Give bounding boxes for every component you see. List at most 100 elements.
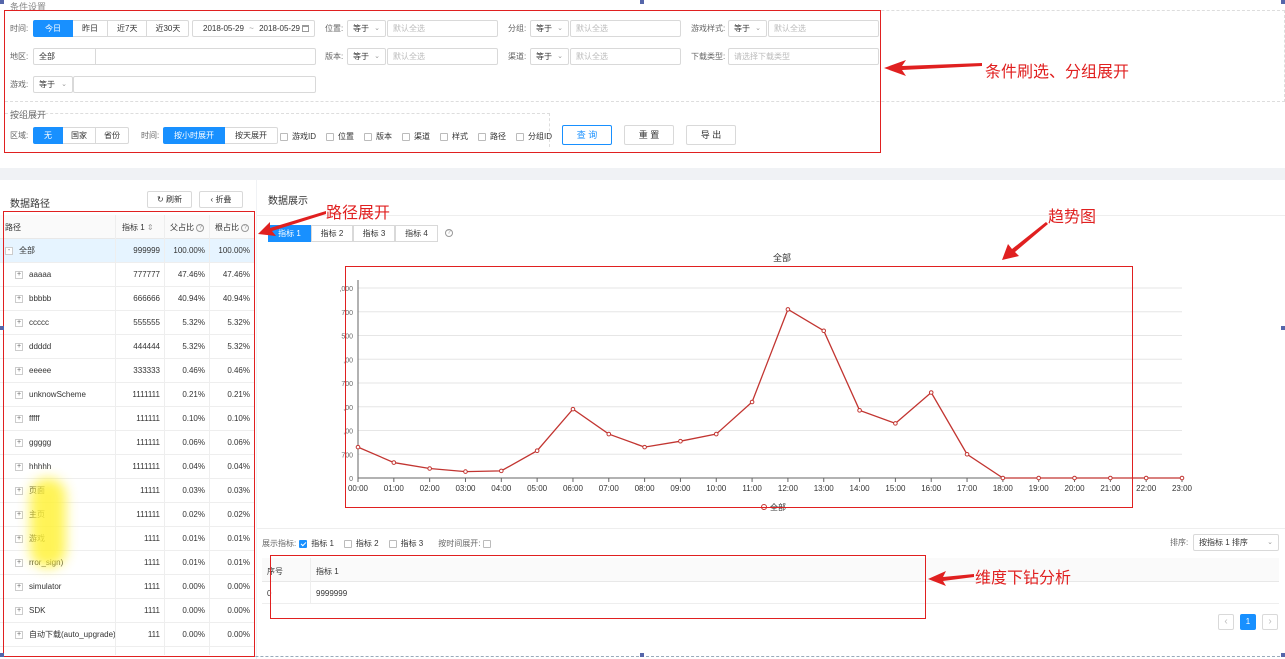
resize-handle[interactable] <box>1281 0 1285 4</box>
path-row[interactable]: + unknowScheme 1111111 0.21% 0.21% <box>0 383 255 407</box>
collapse-icon[interactable]: - <box>5 246 13 255</box>
expand-icon[interactable]: + <box>15 366 23 375</box>
expand-icon[interactable]: + <box>15 414 23 423</box>
expand-icon[interactable]: + <box>15 438 23 447</box>
resize-handle[interactable] <box>640 653 644 657</box>
resize-handle[interactable] <box>0 653 4 657</box>
path-row[interactable]: - 全部 999999 100.00% 100.00% <box>0 239 255 263</box>
check-channel[interactable]: 渠道 <box>402 131 430 142</box>
path-name: eeeee <box>29 366 52 375</box>
time-today-button[interactable]: 今日 <box>33 20 73 37</box>
expand-icon[interactable]: + <box>15 582 23 591</box>
time-7days-button[interactable]: 近7天 <box>108 20 148 37</box>
path-metric-value: 111 <box>147 630 160 639</box>
metric-check-2[interactable]: 指标 2 <box>343 538 379 549</box>
collapse-button[interactable]: ‹ 折叠 <box>199 191 243 208</box>
version-op-select[interactable]: 等于 ⌄ <box>347 48 386 65</box>
area-province-button[interactable]: 省份 <box>96 127 129 144</box>
check-style[interactable]: 样式 <box>440 131 468 142</box>
path-row[interactable]: + ddddd 444444 5.32% 5.32% <box>0 335 255 359</box>
path-row[interactable]: + aaaaa 777777 47.46% 47.46% <box>0 263 255 287</box>
game-op-select[interactable]: 等于 ⌄ <box>33 76 73 93</box>
path-row[interactable]: + hhhhh 1111111 0.04% 0.04% <box>0 455 255 479</box>
path-row[interactable]: + fffff 111111 0.10% 0.10% <box>0 407 255 431</box>
area-country-button[interactable]: 国家 <box>63 127 96 144</box>
expand-icon[interactable]: + <box>15 270 23 279</box>
download-type-select[interactable]: 请选择下载类型 <box>728 48 879 65</box>
path-row[interactable]: + 自动下载(auto_upgrade) 111 0.00% 0.00% <box>0 623 255 647</box>
export-button[interactable]: 导 出 <box>686 125 736 145</box>
position-value-select[interactable]: 默认全选 <box>387 20 498 37</box>
channel-op-select[interactable]: 等于 ⌄ <box>530 48 569 65</box>
check-game-id[interactable]: 游戏ID <box>280 131 316 142</box>
time-yesterday-button[interactable]: 昨日 <box>73 20 108 37</box>
check-path[interactable]: 路径 <box>478 131 506 142</box>
resize-handle[interactable] <box>1281 326 1285 330</box>
refresh-button[interactable]: ↻ 刷新 <box>147 191 192 208</box>
date-range-picker[interactable]: 2018-05-29 ~ 2018-05-29 <box>192 20 315 37</box>
col-parent-label: 父占比 <box>170 223 194 232</box>
chart-title: 全部 <box>773 252 791 263</box>
annotation-drill: 维度下钻分析 <box>975 570 1072 587</box>
by-day-button[interactable]: 按天展开 <box>225 127 278 144</box>
group-op-select[interactable]: 等于 ⌄ <box>530 20 569 37</box>
tab-metric-4[interactable]: 指标 4 <box>395 225 438 242</box>
check-position[interactable]: 位置 <box>326 131 354 142</box>
area-none-button[interactable]: 无 <box>33 127 63 144</box>
page-prev-button[interactable]: ‹ <box>1218 614 1234 630</box>
expand-icon[interactable]: + <box>15 390 23 399</box>
position-op-select[interactable]: 等于 ⌄ <box>347 20 386 37</box>
expand-icon[interactable]: + <box>15 318 23 327</box>
expand-icon[interactable]: + <box>15 510 23 519</box>
expand-icon[interactable]: + <box>15 630 23 639</box>
tab-metric-3[interactable]: 指标 3 <box>353 225 395 242</box>
col-metric[interactable]: 指标 1 ⇕ <box>122 222 154 233</box>
game-value-input[interactable] <box>73 76 316 93</box>
query-button[interactable]: 查 询 <box>562 125 612 145</box>
y-tick-label: 500 <box>341 334 353 341</box>
page-next-button[interactable]: › <box>1262 614 1278 630</box>
path-row[interactable]: + SDK 1111 0.00% 0.00% <box>0 599 255 623</box>
expand-icon[interactable]: + <box>15 606 23 615</box>
metric-check-1[interactable]: 指标 1 <box>299 538 334 549</box>
expand-icon[interactable]: + <box>15 534 23 543</box>
metric-check-3[interactable]: 指标 3 <box>388 538 423 549</box>
path-row[interactable]: + ccccc 555555 5.32% 5.32% <box>0 311 255 335</box>
resize-handle[interactable] <box>640 0 644 4</box>
reset-button[interactable]: 重 置 <box>624 125 674 145</box>
data-point <box>1036 475 1041 481</box>
group-value-select[interactable]: 默认全选 <box>570 20 681 37</box>
data-point <box>606 431 612 437</box>
expand-icon[interactable]: + <box>15 558 23 567</box>
help-icon[interactable]: ? <box>445 229 453 237</box>
expand-icon[interactable]: + <box>15 486 23 495</box>
page-1-button[interactable]: 1 <box>1240 614 1256 630</box>
channel-value-select[interactable]: 默认全选 <box>570 48 681 65</box>
check-group-id[interactable]: 分组ID <box>516 131 552 142</box>
game-style-value-select[interactable]: 默认全选 <box>768 20 879 37</box>
path-row[interactable]: + simulator 1111 0.00% 0.00% <box>0 575 255 599</box>
data-point <box>893 421 898 426</box>
region-select[interactable]: 全部 <box>33 48 316 65</box>
path-row[interactable]: + eeeee 333333 0.46% 0.46% <box>0 359 255 383</box>
data-panel-title: 数据展示 <box>268 196 308 207</box>
sort-select[interactable]: 按指标 1 排序 ⌄ <box>1193 534 1279 551</box>
path-metric-value: 1111 <box>143 558 160 567</box>
check-label: 指标 1 <box>311 539 334 548</box>
by-hour-button[interactable]: 按小时展开 <box>163 127 225 144</box>
path-row[interactable]: + ggggg 111111 0.06% 0.06% <box>0 431 255 455</box>
resize-handle[interactable] <box>0 0 4 4</box>
resize-handle[interactable] <box>1281 653 1285 657</box>
area-buttons: 无 国家 省份 <box>33 127 129 144</box>
path-row[interactable]: + bbbbb 666666 40.94% 40.94% <box>0 287 255 311</box>
check-version[interactable]: 版本 <box>364 131 392 142</box>
check-label: 位置 <box>338 132 354 141</box>
checkbox-icon[interactable] <box>483 539 492 548</box>
time-30days-button[interactable]: 近30天 <box>147 20 190 37</box>
version-value-select[interactable]: 默认全选 <box>387 48 498 65</box>
game-style-op-select[interactable]: 等于 ⌄ <box>728 20 767 37</box>
expand-icon[interactable]: + <box>15 462 23 471</box>
expand-icon[interactable]: + <box>15 342 23 351</box>
expand-icon[interactable]: + <box>15 294 23 303</box>
resize-handle[interactable] <box>0 326 4 330</box>
